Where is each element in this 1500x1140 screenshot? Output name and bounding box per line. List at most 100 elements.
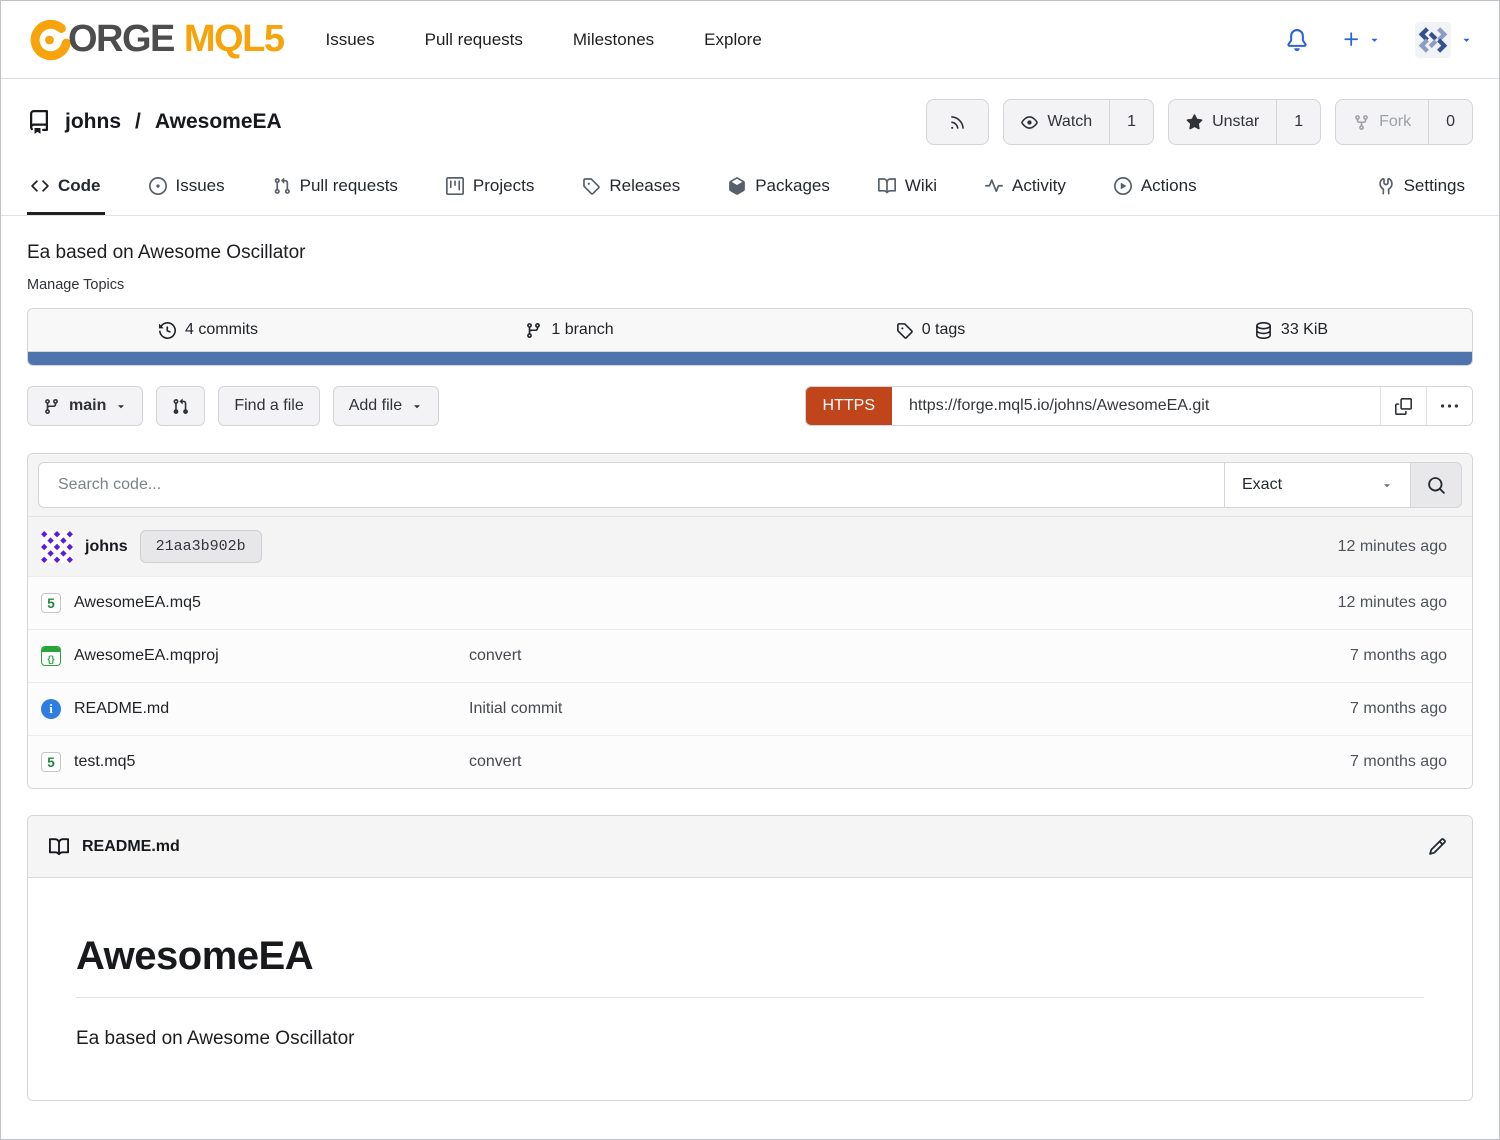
- tab-projects[interactable]: Projects: [442, 159, 538, 215]
- nav-link-explore[interactable]: Explore: [704, 30, 762, 50]
- notifications-bell-icon[interactable]: [1286, 29, 1308, 51]
- chevron-down-icon: [1381, 479, 1393, 491]
- tab-actions[interactable]: Actions: [1110, 159, 1201, 215]
- repo-tabs: Code Issues Pull requests Projects Relea…: [1, 159, 1499, 216]
- search-code-input[interactable]: [38, 462, 1224, 508]
- file-commit-message[interactable]: Initial commit: [469, 700, 1350, 718]
- plus-icon: [1342, 30, 1361, 49]
- user-avatar: [1415, 22, 1451, 58]
- eye-icon: [1021, 114, 1038, 131]
- tab-pull-requests[interactable]: Pull requests: [269, 159, 402, 215]
- find-file-button[interactable]: Find a file: [218, 386, 319, 426]
- add-file-dropdown[interactable]: Add file: [333, 386, 439, 426]
- logo-text-forge: ORGE: [68, 18, 174, 61]
- file-commit-message[interactable]: convert: [469, 647, 1350, 665]
- book-icon: [49, 837, 69, 857]
- nav-link-pull-requests[interactable]: Pull requests: [425, 30, 523, 50]
- pencil-icon: [1428, 837, 1447, 856]
- fork-button-group: Fork 0: [1335, 99, 1473, 145]
- book-icon: [878, 177, 896, 195]
- forge-mql5-logo[interactable]: ORGE MQL5: [27, 17, 283, 63]
- copy-url-button[interactable]: [1380, 387, 1426, 425]
- file-row: 5 AwesomeEA.mq5 12 minutes ago: [28, 576, 1472, 629]
- nav-links: Issues Pull requests Milestones Explore: [325, 30, 761, 50]
- file-commit-message[interactable]: convert: [469, 753, 1350, 771]
- edit-readme-button[interactable]: [1428, 837, 1451, 856]
- stat-tags[interactable]: 0 tags: [750, 309, 1111, 351]
- tab-settings[interactable]: Settings: [1373, 159, 1469, 215]
- file-link[interactable]: README.md: [74, 700, 169, 718]
- commit-author-avatar[interactable]: [41, 531, 73, 563]
- tag-icon: [582, 177, 600, 195]
- git-branch-icon: [43, 398, 60, 415]
- nav-link-milestones[interactable]: Milestones: [573, 30, 654, 50]
- search-mode-dropdown[interactable]: Exact: [1224, 462, 1410, 508]
- tab-packages[interactable]: Packages: [724, 159, 834, 215]
- file-row: i README.md Initial commit 7 months ago: [28, 682, 1472, 735]
- readme-paragraph: Ea based on Awesome Oscillator: [76, 1028, 1424, 1050]
- stat-branches[interactable]: 1 branch: [389, 309, 750, 351]
- commit-author-name[interactable]: johns: [85, 538, 128, 556]
- mqproj-file-icon: {}: [41, 646, 61, 666]
- kebab-horizontal-icon: [1441, 398, 1458, 415]
- logo-text-mql5: MQL5: [184, 18, 284, 61]
- clone-url-group: HTTPS: [805, 386, 1473, 426]
- code-toolbar: main Find a file Add file HTTPS: [27, 386, 1473, 426]
- manage-topics-link[interactable]: Manage Topics: [1, 264, 150, 293]
- user-menu-dropdown[interactable]: [1415, 22, 1473, 58]
- readme-h1: AwesomeEA: [76, 934, 1424, 998]
- chevron-down-icon: [1460, 33, 1473, 46]
- stat-repo-size[interactable]: 33 KiB: [1111, 309, 1472, 351]
- fork-count[interactable]: 0: [1428, 100, 1472, 144]
- tab-wiki[interactable]: Wiki: [874, 159, 941, 215]
- tab-issues[interactable]: Issues: [145, 159, 229, 215]
- compare-branches-button[interactable]: [156, 386, 205, 426]
- unstar-button[interactable]: Unstar: [1169, 100, 1276, 144]
- search-submit-button[interactable]: [1410, 462, 1462, 508]
- commit-hash-badge[interactable]: 21aa3b902b: [140, 530, 262, 563]
- chevron-down-icon: [115, 400, 127, 412]
- readme-content: AwesomeEA Ea based on Awesome Oscillator: [28, 878, 1472, 1100]
- nav-link-issues[interactable]: Issues: [325, 30, 374, 50]
- create-new-dropdown[interactable]: [1342, 30, 1381, 49]
- git-compare-icon: [172, 398, 189, 415]
- latest-commit-row: johns 21aa3b902b 12 minutes ago: [28, 516, 1472, 576]
- readme-panel: README.md AwesomeEA Ea based on Awesome …: [27, 815, 1473, 1101]
- tab-activity[interactable]: Activity: [981, 159, 1070, 215]
- tab-releases[interactable]: Releases: [578, 159, 684, 215]
- stat-commits[interactable]: 4 commits: [28, 309, 389, 351]
- file-commit-time: 7 months ago: [1350, 700, 1459, 718]
- mq5-file-icon: 5: [41, 593, 61, 613]
- watch-count[interactable]: 1: [1109, 100, 1153, 144]
- rss-button[interactable]: [927, 100, 988, 144]
- tools-icon: [1377, 177, 1395, 195]
- fork-button[interactable]: Fork: [1336, 100, 1428, 144]
- clone-url-input[interactable]: [892, 387, 1380, 425]
- pulse-icon: [985, 177, 1003, 195]
- more-clone-options-button[interactable]: [1426, 387, 1472, 425]
- file-link[interactable]: test.mq5: [74, 753, 135, 771]
- search-icon: [1427, 476, 1446, 495]
- repo-title: johns / AwesomeEA: [27, 110, 282, 134]
- repo-name-link[interactable]: AwesomeEA: [155, 110, 282, 134]
- file-link[interactable]: AwesomeEA.mq5: [74, 594, 201, 612]
- top-navbar: ORGE MQL5 Issues Pull requests Milestone…: [1, 1, 1499, 79]
- git-fork-icon: [1353, 114, 1370, 131]
- language-stats-bar[interactable]: [28, 351, 1472, 365]
- navbar-right: [1286, 22, 1473, 58]
- repo-description: Ea based on Awesome Oscillator: [1, 216, 1499, 264]
- repo-owner-link[interactable]: johns: [65, 110, 121, 134]
- star-count[interactable]: 1: [1276, 100, 1320, 144]
- watch-button-group: Watch 1: [1003, 99, 1154, 145]
- mq5-file-icon: 5: [41, 752, 61, 772]
- https-protocol-button[interactable]: HTTPS: [806, 387, 892, 425]
- branch-selector-dropdown[interactable]: main: [27, 386, 143, 426]
- file-link[interactable]: AwesomeEA.mqproj: [74, 647, 219, 665]
- rss-button-group: [926, 99, 989, 145]
- play-circle-icon: [1114, 177, 1132, 195]
- commit-time: 12 minutes ago: [1338, 538, 1459, 556]
- issue-opened-icon: [149, 177, 167, 195]
- tab-code[interactable]: Code: [27, 159, 105, 215]
- watch-button[interactable]: Watch: [1004, 100, 1109, 144]
- repo-path-separator: /: [135, 110, 141, 134]
